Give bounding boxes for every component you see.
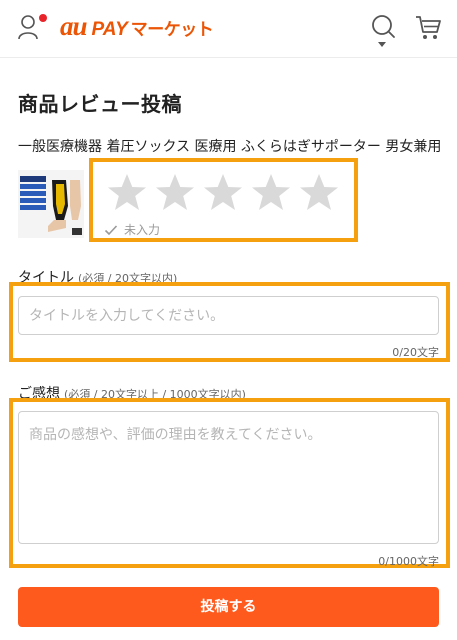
app-header: au PAY マーケット	[0, 0, 457, 58]
user-icon[interactable]	[18, 14, 48, 40]
product-image	[18, 170, 84, 238]
star-icon[interactable]	[103, 170, 151, 214]
star-rating[interactable]	[103, 170, 343, 214]
title-char-counter: 0/20文字	[392, 346, 439, 359]
cart-icon[interactable]	[414, 14, 442, 42]
notification-dot	[39, 14, 47, 22]
page-title: 商品レビュー投稿	[18, 92, 182, 116]
star-icon[interactable]	[199, 170, 247, 214]
dropdown-caret-icon	[378, 42, 386, 47]
rating-status: 未入力	[104, 221, 160, 238]
rating-status-text: 未入力	[124, 223, 161, 237]
review-textarea[interactable]	[18, 411, 439, 544]
check-icon	[104, 224, 118, 235]
star-icon[interactable]	[151, 170, 199, 214]
star-icon[interactable]	[247, 170, 295, 214]
submit-button[interactable]: 投稿する	[18, 587, 439, 627]
search-icon[interactable]	[368, 12, 398, 50]
title-input[interactable]	[18, 296, 439, 335]
brand-logo[interactable]: au PAY マーケット	[60, 11, 214, 41]
brand-pay: PAY	[91, 19, 128, 40]
product-name: 一般医療機器 着圧ソックス 医療用 ふくらはぎサポーター 男女兼用	[18, 139, 442, 155]
star-icon[interactable]	[295, 170, 343, 214]
brand-au: au	[60, 11, 88, 41]
brand-market: マーケット	[130, 20, 214, 40]
review-char-counter: 0/1000文字	[378, 555, 439, 568]
